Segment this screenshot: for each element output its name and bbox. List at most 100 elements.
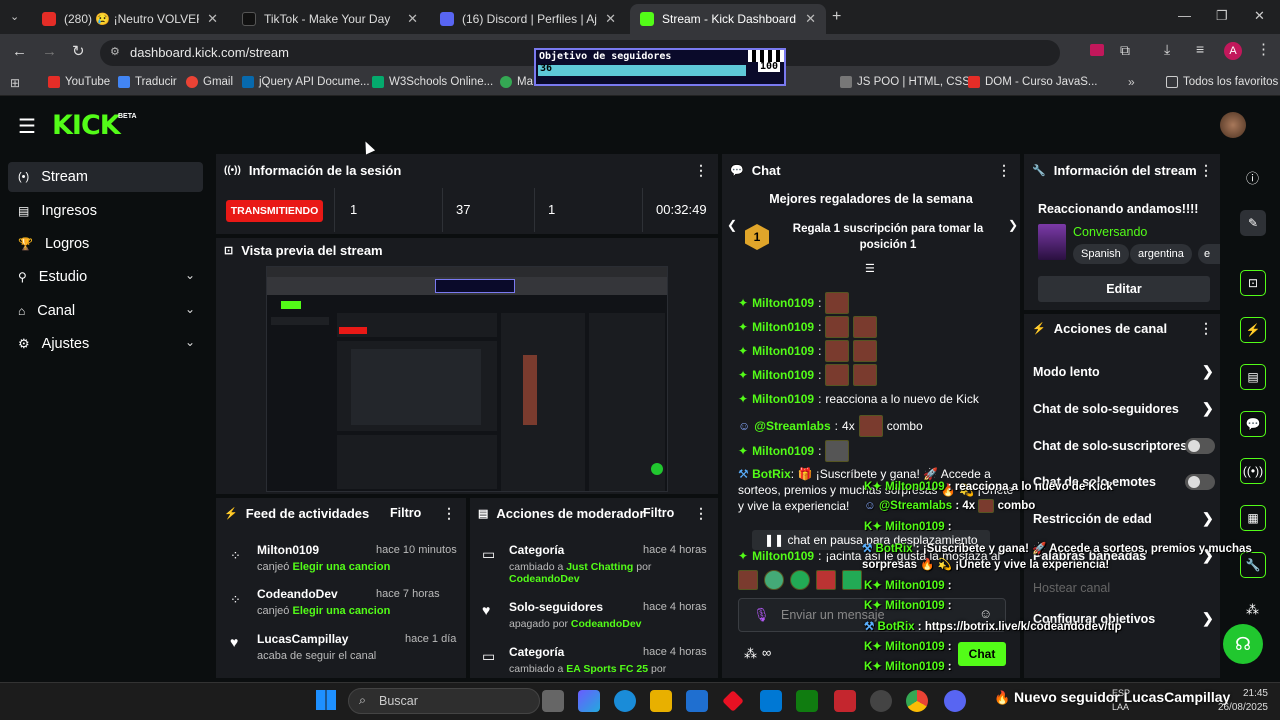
taskbar-search[interactable]: ⌕ Buscar	[348, 688, 540, 714]
tab-kick[interactable]: Stream - Kick Dashboard ✕	[630, 4, 826, 34]
copilot-icon[interactable]	[578, 690, 600, 712]
document-icon[interactable]: ▤	[1240, 364, 1266, 390]
chat-settings-icon[interactable]: ⁂	[744, 646, 757, 662]
close-icon[interactable]: ✕	[605, 11, 616, 27]
stream-preview-video[interactable]	[266, 266, 668, 492]
slow-mode-item[interactable]: Modo lento	[1033, 365, 1100, 379]
followers-only-item[interactable]: Chat de solo-seguidores	[1033, 402, 1179, 416]
chevron-left-icon[interactable]: ❮	[727, 218, 737, 232]
sidebar-item-ajustes[interactable]: ⚙ Ajustes ⌄	[8, 329, 203, 359]
chat-user[interactable]: Milton0109	[752, 296, 814, 310]
chevron-right-icon[interactable]: ❯	[1008, 218, 1018, 232]
bookmark-w3schools[interactable]: W3Schools Online...	[372, 76, 493, 88]
chevron-right-icon[interactable]: ❯	[1202, 363, 1214, 380]
layout-icon[interactable]: ⁂	[1246, 602, 1259, 618]
sidebar-item-logros[interactable]: 🏆 Logros	[8, 229, 203, 259]
forward-icon[interactable]: →	[42, 43, 57, 60]
bookmark-js-poo[interactable]: JS POO | HTML, CSS...	[840, 76, 979, 88]
keyboard-region[interactable]: LAA	[1112, 702, 1129, 712]
close-icon[interactable]: ✕	[207, 11, 218, 27]
reload-icon[interactable]: ↻	[72, 42, 85, 60]
site-info-icon[interactable]: ⚙	[110, 45, 120, 58]
mod-filter-button[interactable]: Filtro	[643, 506, 674, 520]
subscribers-only-toggle[interactable]	[1185, 438, 1215, 454]
lightning-icon[interactable]: ⚡	[1240, 317, 1266, 343]
session-menu-icon[interactable]: ⋮	[694, 162, 708, 179]
tab-tiktok[interactable]: TikTok - Make Your Day ✕	[232, 4, 428, 34]
edit-stream-button[interactable]: Editar	[1038, 276, 1210, 302]
feed-menu-icon[interactable]: ⋮	[442, 505, 456, 522]
emote-icon[interactable]	[764, 570, 784, 590]
infinity-icon[interactable]: ∞	[762, 645, 771, 660]
support-headset-icon[interactable]: ☊	[1223, 624, 1263, 664]
back-icon[interactable]: ←	[12, 43, 27, 60]
hamburger-menu-icon[interactable]: ☰	[18, 114, 36, 139]
channel-actions-menu-icon[interactable]: ⋮	[1199, 320, 1213, 337]
mod-menu-icon[interactable]: ⋮	[694, 505, 708, 522]
edit-pencil-icon[interactable]: ✎	[1240, 210, 1266, 236]
sidebar-item-canal[interactable]: ⌂ Canal ⌄	[8, 296, 203, 326]
menu-icon[interactable]: ⋮	[1256, 40, 1271, 58]
chevron-right-icon[interactable]: ❯	[1202, 510, 1214, 527]
recorder-icon[interactable]	[834, 690, 856, 712]
bookmark-gmail[interactable]: Gmail	[186, 76, 233, 88]
more-bookmarks-icon[interactable]: »	[1128, 75, 1135, 89]
microphone-icon[interactable]: 🎙	[753, 607, 770, 623]
file-explorer-icon[interactable]	[650, 690, 672, 712]
chat-send-button[interactable]: Chat	[958, 642, 1006, 666]
download-icon[interactable]: ⤓	[1164, 41, 1170, 58]
feed-filter-button[interactable]: Filtro	[390, 506, 421, 520]
chrome-icon[interactable]	[906, 690, 928, 712]
chat-user[interactable]: BotRix	[752, 467, 791, 481]
bookmark-dom[interactable]: DOM - Curso JavaS...	[968, 76, 1097, 88]
keyboard-language[interactable]: ESP	[1112, 688, 1130, 698]
chat-user[interactable]: Milton0109	[752, 444, 814, 458]
chat-user[interactable]: Milton0109	[752, 368, 814, 382]
clock-time[interactable]: 21:45	[1232, 688, 1268, 699]
sidebar-item-ingresos[interactable]: ▤ Ingresos	[8, 196, 203, 226]
close-icon[interactable]: ✕	[407, 11, 418, 27]
apps-icon[interactable]: ⊞	[10, 76, 20, 90]
tab-discord[interactable]: (16) Discord | Perfiles | Ajustes d ✕	[430, 4, 626, 34]
chat-user[interactable]: Milton0109	[752, 392, 814, 406]
bookmark-traducir[interactable]: Traducir	[118, 76, 177, 88]
extension-icon[interactable]	[1090, 44, 1104, 56]
user-avatar[interactable]	[1220, 112, 1246, 138]
xbox-icon[interactable]	[796, 690, 818, 712]
chat-user[interactable]: Milton0109	[752, 344, 814, 358]
bookmark-maps[interactable]: Ma	[500, 76, 533, 88]
sidebar-item-estudio[interactable]: ⚲ Estudio ⌄	[8, 262, 203, 292]
chat-bubble-icon[interactable]: 💬	[1240, 411, 1266, 437]
profile-avatar[interactable]: A	[1224, 42, 1242, 60]
emote-icon[interactable]	[790, 570, 810, 590]
chevron-right-icon[interactable]: ❯	[1202, 400, 1214, 417]
activity-icon[interactable]: ▦	[1240, 505, 1266, 531]
tab-youtube[interactable]: (280) 😢 ¡Neutro VOLVERÁ a K ✕	[32, 4, 228, 34]
emote-icon[interactable]	[738, 570, 758, 590]
stream-category[interactable]: Conversando	[1073, 225, 1147, 239]
emote-icon[interactable]	[816, 570, 836, 590]
chat-user[interactable]: Milton0109	[752, 320, 814, 334]
chat-user[interactable]: @Streamlabs	[754, 419, 830, 433]
discord-icon[interactable]	[944, 690, 966, 712]
clip-icon[interactable]: ⊡	[1240, 270, 1266, 296]
close-icon[interactable]: ✕	[805, 11, 816, 27]
obs-icon[interactable]	[870, 690, 892, 712]
emote-icon[interactable]	[842, 570, 862, 590]
new-tab-button[interactable]: +	[832, 8, 841, 26]
media-icon[interactable]: ≡	[1196, 41, 1204, 57]
stream-info-menu-icon[interactable]: ⋮	[1199, 162, 1213, 179]
edge-icon[interactable]	[614, 690, 636, 712]
age-restriction-item[interactable]: Restricción de edad	[1033, 512, 1152, 526]
all-bookmarks[interactable]: Todos los favoritos	[1166, 76, 1278, 88]
task-view-icon[interactable]	[542, 690, 564, 712]
clock-date[interactable]: 26/08/2025	[1210, 702, 1268, 713]
extensions-puzzle-icon[interactable]: ⧉	[1120, 42, 1130, 59]
chat-menu-icon[interactable]: ⋮	[997, 162, 1011, 179]
outlook-icon[interactable]	[760, 690, 782, 712]
kick-logo[interactable]: KICK	[52, 110, 121, 141]
window-close-button[interactable]: ✕	[1254, 8, 1265, 24]
store-icon[interactable]	[686, 690, 708, 712]
chevron-right-icon[interactable]: ❯	[1202, 610, 1214, 627]
broadcast-icon[interactable]: ((•))	[1240, 458, 1266, 484]
